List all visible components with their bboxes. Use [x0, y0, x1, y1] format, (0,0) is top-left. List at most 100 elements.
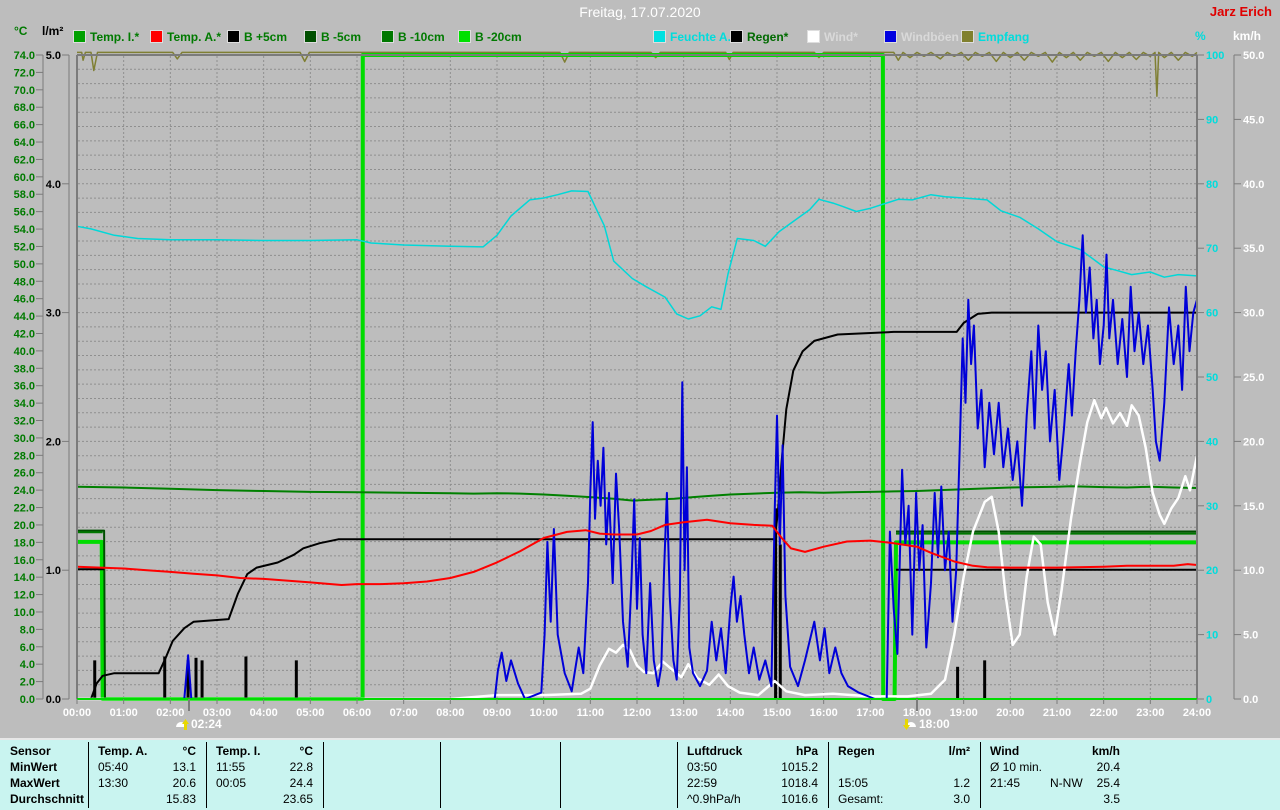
wind-axis-label: 25.0: [1243, 372, 1264, 384]
temp-axis-label: 40.0: [14, 346, 35, 358]
temp-axis-label: 52.0: [14, 241, 35, 253]
maxwert-row: 13:3020.6: [88, 775, 206, 791]
temp-axis-label: 34.0: [14, 398, 35, 410]
cell-time: [440, 791, 502, 807]
cell-value: 3.5: [1103, 791, 1130, 807]
cell-time: [440, 759, 502, 775]
table-column-header: Windkm/h: [980, 743, 1130, 759]
temp-axis-label: 44.0: [14, 311, 35, 323]
temp-axis-label: 50.0: [14, 259, 35, 271]
cell-time: 22:59: [677, 775, 739, 791]
minwert-row: [828, 759, 980, 775]
minwert-row: [323, 759, 440, 775]
hour-label: 16:00: [810, 707, 838, 719]
temp-axis-label: 74.0: [14, 50, 35, 62]
hour-label: 06:00: [343, 707, 371, 719]
temp-axis-label: 38.0: [14, 363, 35, 375]
durchschnitt-row: 3.5: [980, 791, 1130, 807]
cell-time: [560, 791, 622, 807]
cell-value: [550, 775, 560, 791]
table-column-empty: [323, 743, 440, 807]
table-row-label: Sensor: [0, 743, 88, 759]
cell-value: 1016.6: [781, 791, 828, 807]
minwert-row: 11:5522.8: [206, 759, 323, 775]
column-unit: km/h: [1092, 743, 1130, 759]
hour-label: 01:00: [110, 707, 138, 719]
table-column-temp-i-: Temp. I.°C11:5522.800:0524.423.65: [206, 743, 323, 807]
cell-value: 23.65: [283, 791, 323, 807]
temp-axis-label: 26.0: [14, 468, 35, 480]
durchschnitt-row: Gesamt:3.0: [828, 791, 980, 807]
hour-label: 15:00: [763, 707, 791, 719]
table-column-header: Luftdruck hPa: [677, 743, 828, 759]
column-name: [440, 743, 450, 759]
table-row-label: MinWert: [0, 759, 88, 775]
humidity-axis-label: 20: [1206, 565, 1218, 577]
cell-value: [667, 759, 677, 775]
cell-direction: [502, 775, 510, 791]
set-marker: 18:00: [903, 717, 950, 731]
minwert-row: [440, 759, 560, 775]
hour-label: 17:00: [856, 707, 884, 719]
wind-axis-label: 45.0: [1243, 114, 1264, 126]
maxwert-row: [323, 775, 440, 791]
hour-label: 10:00: [530, 707, 558, 719]
temp-axis-label: 12.0: [14, 590, 35, 602]
minwert-row: 03:501015.2: [677, 759, 828, 775]
humidity-axis-label: 0: [1206, 694, 1212, 706]
sunrise-icon: [175, 718, 189, 731]
maxwert-row: [560, 775, 677, 791]
humidity-axis-label: 60: [1206, 308, 1218, 320]
cell-value: [667, 775, 677, 791]
temp-axis-label: 10.0: [14, 607, 35, 619]
humidity-axis-label: 30: [1206, 501, 1218, 513]
table-column-temp-a-: Temp. A.°C05:4013.113:3020.615.83: [88, 743, 206, 807]
temp-axis-label: 16.0: [14, 555, 35, 567]
column-name: Luftdruck: [677, 743, 742, 759]
hour-label: 11:00: [577, 707, 605, 719]
cell-value: 15.83: [166, 791, 206, 807]
hour-label: 20:00: [996, 707, 1024, 719]
temp-axis-label: 4.0: [20, 659, 35, 671]
rain-axis-label: 2.0: [46, 436, 61, 448]
temp-axis-label: 70.0: [14, 85, 35, 97]
table-column-regen: Regenl/m²15:051.2Gesamt:3.0: [828, 743, 980, 807]
cell-time: [440, 775, 502, 791]
hour-label: 24:00: [1183, 707, 1211, 719]
temp-axis-label: 64.0: [14, 137, 35, 149]
humidity-axis-label: 10: [1206, 630, 1218, 642]
cell-time: [828, 759, 890, 775]
hour-label: 19:00: [950, 707, 978, 719]
hour-label: 08:00: [436, 707, 464, 719]
cell-value: 22.8: [290, 759, 323, 775]
temp-axis-label: 30.0: [14, 433, 35, 445]
temp-axis-label: 48.0: [14, 276, 35, 288]
chart-canvas: 0.02.04.06.08.010.012.014.016.018.020.02…: [0, 0, 1280, 737]
wind-axis-label: 5.0: [1243, 630, 1258, 642]
durchschnitt-row: [323, 791, 440, 807]
column-name: Temp. A.: [88, 743, 147, 759]
hour-label: 07:00: [390, 707, 418, 719]
column-name: Temp. I.: [206, 743, 260, 759]
cell-time: Gesamt:: [828, 791, 890, 807]
table-column-empty: [440, 743, 560, 807]
rain-axis-label: 0.0: [46, 694, 61, 706]
cell-value: [550, 759, 560, 775]
temp-axis-label: 56.0: [14, 207, 35, 219]
temp-axis-label: 18.0: [14, 537, 35, 549]
series-feuchte-a-: [77, 191, 1197, 319]
temp-axis-label: 46.0: [14, 294, 35, 306]
rain-axis-label: 4.0: [46, 179, 61, 191]
cell-direction: [739, 775, 747, 791]
cell-time: [560, 775, 622, 791]
column-name: Regen: [828, 743, 875, 759]
cell-direction: [268, 775, 276, 791]
cell-value: 20.6: [173, 775, 206, 791]
hour-label: 13:00: [670, 707, 698, 719]
wind-axis-label: 40.0: [1243, 179, 1264, 191]
column-name: [323, 743, 333, 759]
cell-time: [980, 791, 1042, 807]
minwert-row: [560, 759, 677, 775]
cell-time: 15:05: [828, 775, 890, 791]
column-unit: hPa: [796, 743, 828, 759]
